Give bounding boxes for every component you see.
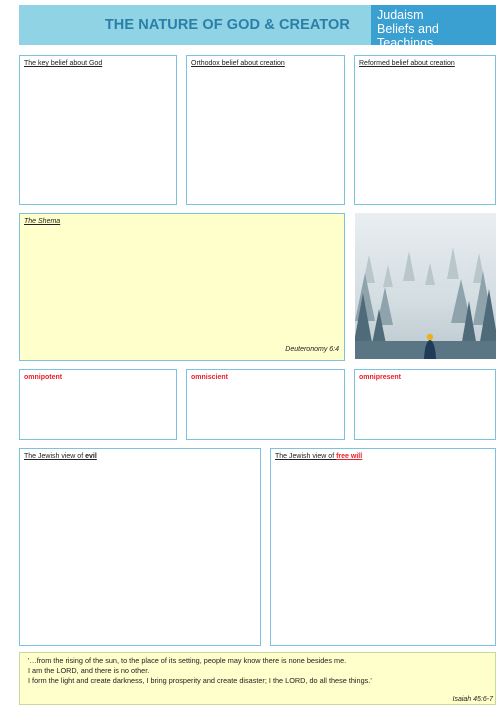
quote-line-2: I am the LORD, and there is no other.	[28, 666, 150, 675]
orthodox-creation-label: Orthodox belief about creation	[191, 60, 285, 67]
omniscient-box[interactable]: omniscient	[186, 369, 345, 440]
shema-label: The Shema	[24, 218, 61, 225]
misty-forest-photo	[355, 213, 496, 359]
orthodox-creation-box[interactable]: Orthodox belief about creation	[186, 55, 345, 205]
quote-line-1: '…from the rising of the sun, to the pla…	[28, 656, 347, 665]
quote-reference: Isaiah 45:6-7	[452, 696, 493, 703]
free-will-word: free will	[336, 453, 363, 460]
topic-religion: Judaism	[377, 8, 424, 22]
topic-unit: Beliefs and Teachings	[377, 22, 439, 50]
free-will-view-box[interactable]: The Jewish view of free will	[270, 448, 496, 646]
free-will-view-prefix: The Jewish view of	[275, 453, 337, 460]
omnipotent-box[interactable]: omnipotent	[19, 369, 177, 440]
forest-image	[355, 213, 496, 359]
omnipresent-box[interactable]: omnipresent	[354, 369, 496, 440]
topic-badge: Judaism Beliefs and Teachings	[371, 5, 496, 50]
shema-reference: Deuteronomy 6:4	[285, 346, 339, 353]
omnipresent-label: omnipresent	[359, 374, 402, 381]
quote-line-3: I form the light and create darkness, I …	[28, 676, 372, 685]
key-belief-box[interactable]: The key belief about God	[19, 55, 177, 205]
isaiah-quote-box: '…from the rising of the sun, to the pla…	[19, 652, 496, 705]
omniscient-label: omniscient	[191, 374, 228, 381]
key-belief-label: The key belief about God	[24, 60, 103, 67]
header-band: THE NATURE OF GOD & CREATOR Judaism Beli…	[19, 5, 496, 50]
evil-view-label: The Jewish view of evil	[24, 453, 97, 460]
omnipotent-label: omnipotent	[24, 374, 63, 381]
evil-view-box[interactable]: The Jewish view of evil	[19, 448, 261, 646]
reformed-creation-label: Reformed belief about creation	[359, 60, 455, 67]
evil-view-prefix: The Jewish view of	[24, 453, 86, 460]
evil-word: evil	[85, 453, 97, 460]
reformed-creation-box[interactable]: Reformed belief about creation	[354, 55, 496, 205]
free-will-view-label: The Jewish view of free will	[275, 453, 362, 460]
shema-box[interactable]: The Shema Deuteronomy 6:4	[19, 213, 345, 361]
page-title: THE NATURE OF GOD & CREATOR	[104, 17, 350, 33]
